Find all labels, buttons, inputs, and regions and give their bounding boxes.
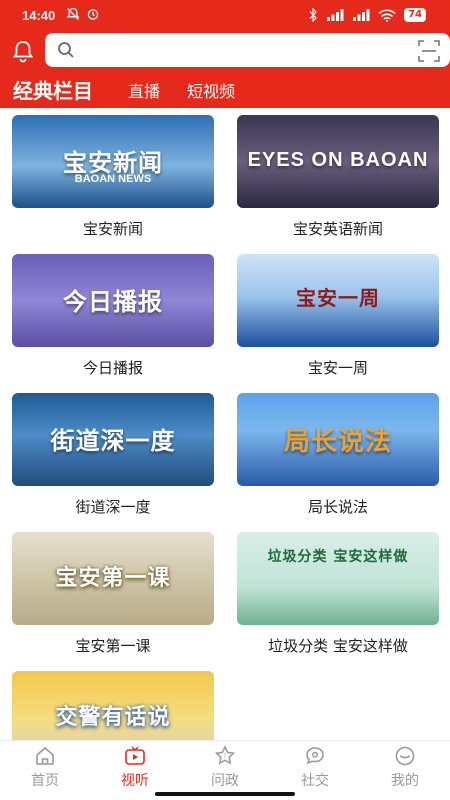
question-icon: ? — [214, 745, 236, 765]
program-thumbnail[interactable]: 垃圾分类 宝安这样做 — [237, 532, 439, 625]
program-card[interactable]: EYES ON BAOAN 宝安英语新闻 — [237, 115, 439, 239]
program-thumbnail[interactable]: 宝安第一课 — [12, 532, 214, 625]
thumbnail-subtitle: BAOAN NEWS — [74, 173, 152, 185]
status-time: 14:40 — [22, 8, 56, 23]
battery-level: 74 — [404, 8, 426, 22]
status-notification-icons — [66, 7, 100, 21]
thumbnail-title: 交警有话说 — [55, 705, 171, 730]
bottom-nav: 首页 视听 ? 问政 社交 我的 — [0, 740, 450, 800]
tab-classic-programs[interactable]: 经典栏目 — [13, 75, 93, 104]
nav-item-home[interactable]: 首页 — [15, 745, 75, 790]
nav-item-social[interactable]: 社交 — [285, 745, 345, 790]
nav-item-inquiry[interactable]: ? 问政 — [195, 745, 255, 790]
home-indicator — [155, 792, 295, 796]
nav-label: 首页 — [31, 773, 59, 789]
program-card[interactable]: 街道深一度 街道深一度 — [12, 393, 214, 517]
status-system-icons: 74 — [308, 8, 426, 22]
program-card[interactable]: 局长说法 局长说法 — [237, 393, 439, 517]
thumbnail-title: 宝安一周 — [296, 286, 380, 310]
program-label: 宝安新闻 — [82, 220, 143, 238]
wifi-icon — [378, 9, 396, 22]
thumbnail-title: 局长说法 — [283, 427, 392, 457]
program-label: 宝安第一课 — [75, 637, 151, 655]
search-input[interactable] — [45, 33, 450, 67]
program-card[interactable]: 今日播报 今日播报 — [12, 254, 214, 378]
nav-label: 我的 — [391, 773, 419, 789]
program-label: 垃圾分类 宝安这样做 — [268, 637, 408, 655]
program-thumbnail[interactable]: 宝安一周 — [237, 254, 439, 347]
svg-text:?: ? — [223, 753, 226, 760]
status-bar: 14:40 74 — [0, 0, 450, 30]
signal-icon-2 — [353, 9, 370, 21]
thumbnail-title: 今日播报 — [63, 288, 163, 316]
program-thumbnail[interactable]: 宝安新闻 BAOAN NEWS — [12, 115, 214, 208]
alarm-icon — [87, 9, 99, 20]
program-label: 宝安一周 — [307, 359, 368, 377]
program-label: 宝安英语新闻 — [292, 220, 383, 238]
program-thumbnail[interactable]: 局长说法 — [237, 393, 439, 486]
chat-icon — [306, 747, 324, 765]
program-label: 局长说法 — [307, 498, 368, 516]
program-label: 今日播报 — [82, 359, 143, 377]
tab-short-video[interactable]: 短视频 — [187, 78, 235, 102]
home-icon — [36, 746, 54, 765]
program-thumbnail[interactable]: 交警有话说 — [12, 671, 214, 740]
thumbnail-title: 街道深一度 — [50, 427, 176, 455]
nav-label: 视听 — [121, 773, 149, 789]
program-card[interactable]: 垃圾分类 宝安这样做 垃圾分类 宝安这样做 — [237, 532, 439, 656]
program-label: 街道深一度 — [75, 498, 151, 516]
profile-icon — [395, 746, 415, 766]
program-card[interactable]: 交警有话说 — [12, 671, 214, 740]
program-grid: 宝安新闻 BAOAN NEWS 宝安新闻 EYES ON BAOAN 宝安英语新… — [0, 108, 450, 740]
nav-label: 社交 — [301, 773, 329, 789]
thumbnail-title: 垃圾分类 宝安这样做 — [267, 549, 409, 565]
mute-bell-icon — [66, 7, 80, 20]
search-header — [0, 30, 450, 72]
bluetooth-icon — [309, 8, 317, 22]
category-tabbar: 经典栏目 直播 短视频 — [0, 72, 450, 108]
program-thumbnail[interactable]: 今日播报 — [12, 254, 214, 347]
video-icon — [125, 746, 145, 765]
nav-item-video[interactable]: 视听 — [105, 745, 165, 790]
program-card[interactable]: 宝安新闻 BAOAN NEWS 宝安新闻 — [12, 115, 214, 239]
bell-icon[interactable] — [10, 38, 36, 64]
thumbnail-title: 宝安第一课 — [55, 566, 171, 591]
program-thumbnail[interactable]: EYES ON BAOAN — [237, 115, 439, 208]
tab-live[interactable]: 直播 — [128, 78, 160, 102]
search-icon — [58, 42, 74, 58]
scan-icon[interactable] — [418, 40, 440, 62]
signal-icon — [327, 9, 344, 21]
nav-item-mine[interactable]: 我的 — [375, 745, 435, 790]
nav-label: 问政 — [211, 773, 239, 789]
thumbnail-title: EYES ON BAOAN — [247, 149, 429, 171]
program-card[interactable]: 宝安一周 宝安一周 — [237, 254, 439, 378]
program-thumbnail[interactable]: 街道深一度 — [12, 393, 214, 486]
program-card[interactable]: 宝安第一课 宝安第一课 — [12, 532, 214, 656]
